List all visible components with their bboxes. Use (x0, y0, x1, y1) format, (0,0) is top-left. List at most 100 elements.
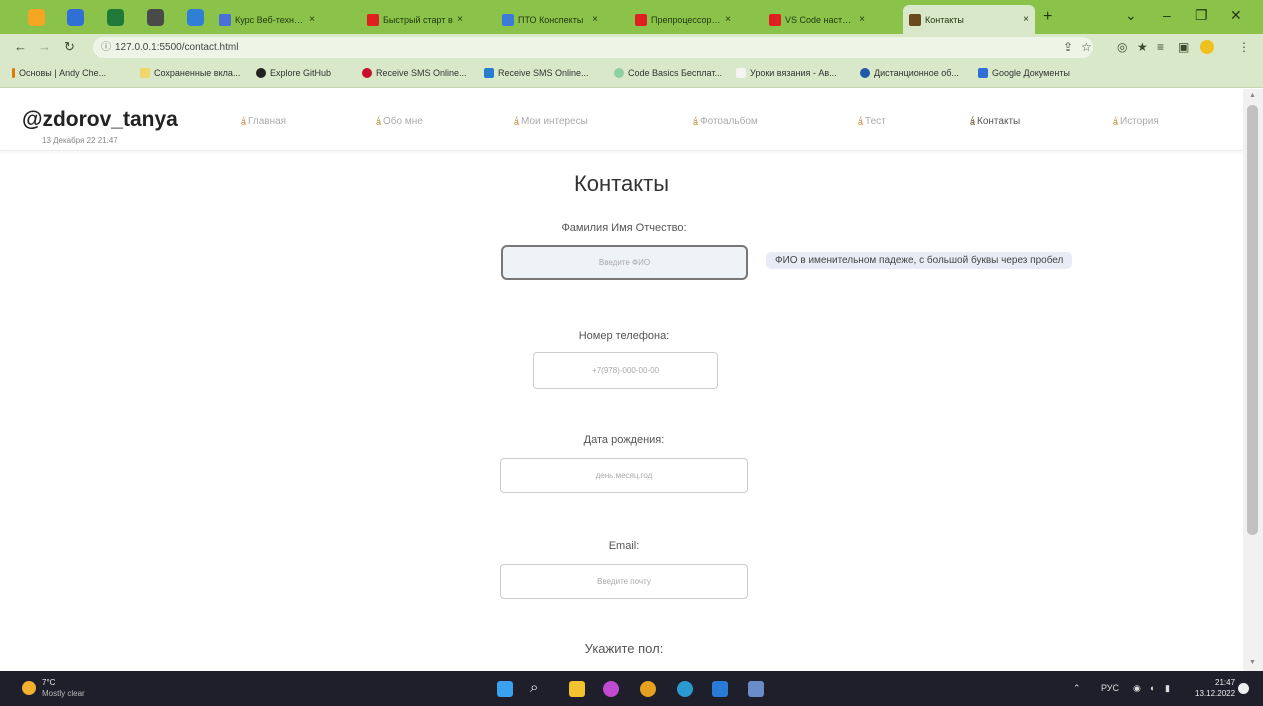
vscode-icon[interactable] (712, 681, 728, 697)
browser-tab[interactable]: Препроцессор Sc × (629, 5, 737, 34)
browser-tab-active[interactable]: Контакты × (903, 5, 1035, 34)
forward-icon[interactable]: → (38, 39, 51, 54)
nav-link-label: Контакты (977, 116, 1021, 127)
bookmark-star-icon[interactable]: ☆ (1081, 40, 1092, 54)
keyboard-language[interactable]: РУС (1101, 683, 1119, 693)
extension-icon[interactable]: ◎ (1117, 40, 1127, 54)
bookmark-label: Explore GitHub (270, 68, 332, 78)
github-icon (256, 68, 266, 78)
bookmark-label: Уроки вязания - Ав... (750, 68, 837, 78)
info-icon[interactable]: ⓘ (101, 37, 111, 58)
menu-icon[interactable]: ⋮ (1238, 40, 1250, 54)
folder-icon (140, 68, 150, 78)
nav-link-contacts[interactable]: ǻ Контакты (970, 116, 1020, 127)
back-icon[interactable]: ← (14, 39, 27, 54)
bookmark-item[interactable]: Сохраненные вкла... (140, 68, 240, 78)
nav-link-history[interactable]: ǻ История (1113, 116, 1159, 127)
extension-icon[interactable]: ≡ (1157, 40, 1164, 54)
address-bar[interactable]: ⓘ 127.0.0.1:5500/contact.html (93, 37, 1093, 58)
reload-icon[interactable]: ↻ (64, 39, 75, 55)
phone-label: Номер телефона: (578, 330, 670, 342)
bookmark-item[interactable]: Основы | Andy Che... (12, 68, 106, 78)
nav-link-label: Главная (248, 116, 287, 127)
phone-input[interactable] (533, 352, 718, 389)
nav-icon: ǻ (858, 116, 864, 127)
bookmark-item[interactable]: Code Basics Бесплат... (614, 68, 722, 78)
minimize-icon[interactable]: – (1163, 7, 1171, 23)
pinned-tab-icon[interactable] (147, 9, 164, 26)
email-label: Email: (608, 540, 640, 552)
nav-link-home[interactable]: ǻ Главная (241, 116, 286, 127)
birth-date-input[interactable] (500, 458, 748, 493)
share-icon[interactable]: ⇪ (1063, 40, 1073, 54)
tab-title: Контакты (925, 14, 964, 25)
pinned-tab-icon[interactable] (67, 9, 84, 26)
nav-link-label: Обо мне (383, 116, 423, 127)
bookmark-label: Дистанционное об... (874, 68, 959, 78)
extension-icon[interactable]: ★ (1137, 40, 1148, 54)
bookmark-icon (362, 68, 372, 78)
app-icon[interactable] (748, 681, 764, 697)
bookmarks-bar: Основы | Andy Che... Сохраненные вкла...… (0, 61, 1263, 88)
tab-title: ПТО Конспекты (518, 14, 584, 25)
browser-toolbar: ← → ↻ ⓘ 127.0.0.1:5500/contact.html ⇪ ☆ … (0, 34, 1263, 61)
tray-chevron-icon[interactable]: ⌃ (1073, 683, 1081, 694)
pinned-tab-icon[interactable] (107, 9, 124, 26)
browser-tab-bar: Курс Веб-техноло × Быстрый старт в × ПТО… (0, 0, 1263, 34)
tab-close-icon[interactable]: × (592, 14, 598, 25)
browser-tab[interactable]: Курс Веб-техноло × (213, 5, 321, 34)
browser-tab[interactable]: VS Code настройк × (763, 5, 871, 34)
tab-search-icon[interactable]: ⌄ (1125, 7, 1137, 24)
email-input[interactable] (500, 564, 748, 599)
search-icon[interactable]: ⌕ (530, 680, 546, 697)
nav-link-photo-album[interactable]: ǻ Фотоальбом (693, 116, 758, 127)
profile-avatar[interactable] (1200, 40, 1214, 54)
close-window-icon[interactable]: ✕ (1230, 7, 1242, 24)
start-icon[interactable] (497, 681, 513, 697)
bookmark-item[interactable]: Explore GitHub (256, 68, 331, 78)
web-page: @zdorov_tanya 13 Декабря 22 21:47 ǻ Глав… (0, 89, 1243, 671)
pinned-tab-icon[interactable] (28, 9, 45, 26)
tab-close-icon[interactable]: × (309, 14, 315, 25)
bookmark-item[interactable]: Google Документы (978, 68, 1070, 78)
system-clock[interactable]: 21:47 13.12.2022 (1195, 677, 1235, 699)
bookmark-label: Google Документы (992, 68, 1070, 78)
file-explorer-icon[interactable] (569, 681, 585, 697)
fio-input[interactable] (501, 245, 748, 280)
notification-icon[interactable] (1238, 683, 1249, 694)
battery-icon[interactable]: ▮ (1165, 683, 1170, 694)
pinned-tab-icon[interactable] (187, 9, 204, 26)
bookmark-item[interactable]: Receive SMS Online... (484, 68, 589, 78)
scroll-down-icon[interactable]: ▼ (1249, 659, 1256, 666)
bookmark-item[interactable]: Дистанционное об... (860, 68, 959, 78)
tab-close-icon[interactable]: × (457, 14, 463, 25)
tab-close-icon[interactable]: × (1023, 14, 1029, 25)
nav-link-interests[interactable]: ǻ Мои интересы (514, 116, 588, 127)
chrome-icon[interactable] (640, 681, 656, 697)
page-scrollbar[interactable]: ▲ ▼ (1243, 89, 1263, 671)
restore-icon[interactable]: ❐ (1195, 7, 1208, 24)
browser-tab[interactable]: Быстрый старт в × (361, 5, 469, 34)
weather-temperature[interactable]: 7°C (42, 678, 55, 687)
tab-title: Препроцессор Sc (651, 14, 722, 25)
tab-close-icon[interactable]: × (859, 14, 865, 25)
scroll-up-icon[interactable]: ▲ (1249, 92, 1256, 99)
wifi-icon[interactable]: ◉ (1133, 683, 1141, 694)
bookmark-item[interactable]: Receive SMS Online... (362, 68, 467, 78)
chat-icon[interactable] (603, 681, 619, 697)
weather-description[interactable]: Mostly clear (42, 689, 85, 698)
sidebar-icon[interactable]: ▣ (1178, 40, 1189, 54)
bookmark-item[interactable]: Уроки вязания - Ав... (736, 68, 837, 78)
weather-icon[interactable] (22, 681, 36, 695)
browser-tab[interactable]: ПТО Конспекты × (496, 5, 604, 34)
volume-icon[interactable]: ◖ (1149, 683, 1154, 693)
header-date: 13 Декабря 22 21:47 (42, 136, 118, 145)
nav-icon: ǻ (693, 116, 699, 127)
nav-link-test[interactable]: ǻ Тест (858, 116, 886, 127)
scrollbar-thumb[interactable] (1247, 105, 1258, 535)
new-tab-button[interactable]: + (1043, 8, 1052, 26)
nav-link-about[interactable]: ǻ Обо мне (376, 116, 423, 127)
tab-close-icon[interactable]: × (725, 14, 731, 25)
site-logo[interactable]: @zdorov_tanya (22, 108, 178, 132)
edge-icon[interactable] (677, 681, 693, 697)
